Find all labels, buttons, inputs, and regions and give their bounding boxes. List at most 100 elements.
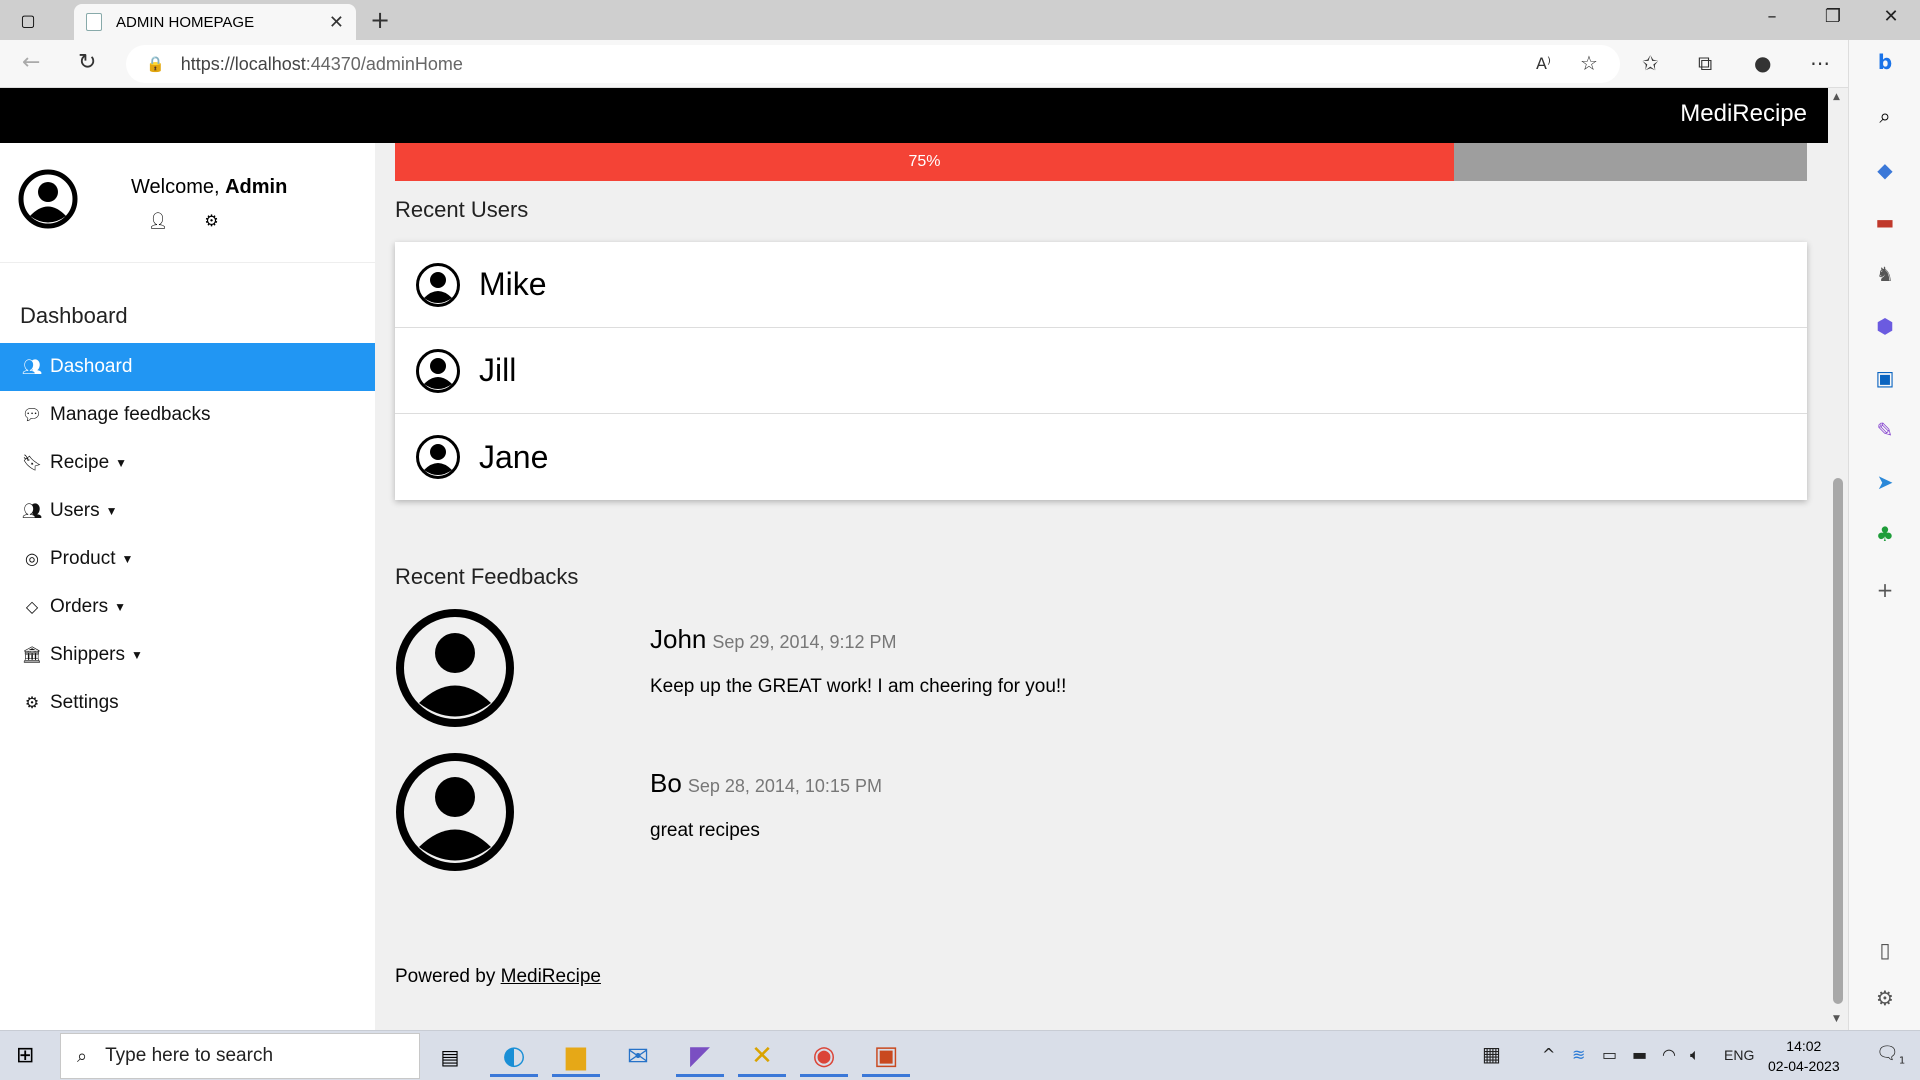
browser-tab-bar: ▢ ADMIN HOMEPAGE ✕ + – ❐ ✕ <box>0 0 1920 40</box>
caret-down-icon: ▼ <box>131 648 143 662</box>
sidebar-settings-icon[interactable]: ⚙ <box>1871 984 1899 1012</box>
tool-app-icon[interactable]: ✕ <box>738 1037 786 1077</box>
bing-icon[interactable]: b <box>1871 48 1899 76</box>
avatar-icon <box>396 753 514 871</box>
show-hidden-icons-icon[interactable]: ^ <box>1542 1045 1555 1064</box>
edge-app-icon[interactable]: ◐ <box>490 1037 538 1077</box>
shopping-tag-icon[interactable]: ◆ <box>1871 156 1899 184</box>
mail-icon[interactable]: ✉ <box>614 1037 662 1077</box>
language-indicator[interactable]: ENG <box>1724 1047 1754 1063</box>
user-name: Mike <box>479 266 547 302</box>
sidebar-item-orders[interactable]: ◇ Orders ▼ <box>0 583 375 631</box>
powerpoint-icon[interactable]: ▣ <box>862 1037 910 1077</box>
url-path: :44370/adminHome <box>305 53 463 74</box>
avatar-icon <box>396 609 514 727</box>
user-name: Jill <box>479 352 517 388</box>
designer-icon[interactable]: ✎ <box>1871 416 1899 444</box>
wifi-icon[interactable]: ◠ <box>1662 1045 1676 1064</box>
feedback-author-name: Bo <box>650 768 682 798</box>
file-explorer-icon[interactable]: ▆ <box>552 1037 600 1077</box>
sidebar-item-label: Manage feedbacks <box>50 404 211 425</box>
feedback-date: Sep 29, 2014, 9:12 PM <box>712 632 897 652</box>
recent-users-title: Recent Users <box>395 197 529 222</box>
profile-icon[interactable]: ● <box>1754 51 1771 75</box>
sidebar-item-settings[interactable]: ⚙ Settings <box>0 679 375 727</box>
feedback-message: Keep up the GREAT work! I am cheering fo… <box>650 676 1067 697</box>
battery-icon[interactable]: ▬ <box>1632 1045 1647 1064</box>
search-icon[interactable]: ⌕ <box>1871 102 1899 130</box>
tree-icon[interactable]: ♣ <box>1871 520 1899 548</box>
favorites-icon[interactable]: ✩ <box>1642 51 1659 75</box>
more-options-icon[interactable]: ⋯ <box>1810 51 1830 75</box>
sidebar-item-label: Recipe <box>50 452 110 473</box>
sidebar-item-users[interactable]: 👥︎ Users ▼ <box>0 487 375 535</box>
caret-down-icon: ▼ <box>114 600 126 614</box>
page-scrollbar[interactable]: ▲ ▼ <box>1828 88 1848 1030</box>
send-icon[interactable]: ➤ <box>1871 468 1899 496</box>
user-profile-icon[interactable]: 👤︎ <box>148 211 168 230</box>
feedback-author: John Sep 29, 2014, 9:12 PM <box>650 624 897 655</box>
scrollbar-thumb[interactable] <box>1833 478 1843 1004</box>
url-field[interactable]: 🔒 https://localhost:44370/adminHome <box>126 45 1620 83</box>
list-item[interactable]: Mike <box>395 242 1807 328</box>
scroll-down-icon[interactable]: ▼ <box>1833 1014 1840 1024</box>
diamond-icon: ◇ <box>25 599 39 616</box>
sidebar-item-dashboard[interactable]: 👥︎ Dashoard <box>0 343 375 391</box>
sidebar-item-product[interactable]: ◎ Product ▼ <box>0 535 375 583</box>
sidebar-item-manage-feedbacks[interactable]: 💬︎ Manage feedbacks <box>0 391 375 439</box>
feedback-author: Bo Sep 28, 2014, 10:15 PM <box>650 768 882 799</box>
recent-users-list: Mike Jill Jane <box>395 242 1807 500</box>
clock[interactable]: 14:02 02-04-2023 <box>1768 1036 1840 1076</box>
office-icon[interactable]: ⬢ <box>1871 312 1899 340</box>
back-icon[interactable]: ← <box>22 50 40 75</box>
user-name: Jane <box>479 438 549 475</box>
minimize-icon[interactable]: – <box>1757 6 1787 27</box>
add-favorite-icon[interactable]: ☆ <box>1580 51 1598 75</box>
task-view-icon[interactable]: ▤ <box>426 1037 474 1077</box>
tools-icon[interactable]: ▬ <box>1871 208 1899 236</box>
feedback-date: Sep 28, 2014, 10:15 PM <box>687 776 882 796</box>
refresh-icon[interactable]: ↻ <box>78 50 96 75</box>
restore-icon[interactable]: ❐ <box>1818 6 1848 27</box>
list-item[interactable]: Jane <box>395 414 1807 500</box>
windows-start-icon[interactable]: ⊞ <box>16 1043 34 1068</box>
close-window-icon[interactable]: ✕ <box>1876 6 1906 27</box>
hide-sidebar-icon[interactable]: ▯ <box>1871 936 1899 964</box>
users-icon: 👥︎ <box>21 359 43 376</box>
browser-tab[interactable]: ADMIN HOMEPAGE ✕ <box>74 4 356 40</box>
bullseye-icon: ◎ <box>25 551 39 568</box>
feedback-message: great recipes <box>650 820 760 841</box>
sidebar-item-recipe[interactable]: 🔖︎ Recipe ▼ <box>0 439 375 487</box>
device-icon[interactable]: ▭ <box>1602 1045 1617 1064</box>
list-item[interactable]: Jill <box>395 328 1807 414</box>
footer-link[interactable]: MediRecipe <box>501 966 601 987</box>
new-tab-icon[interactable]: + <box>370 6 390 34</box>
read-aloud-icon[interactable]: A⁾ <box>1536 54 1551 73</box>
user-circle-icon <box>416 262 460 307</box>
outlook-icon[interactable]: ▣ <box>1871 364 1899 392</box>
user-settings-icon[interactable]: ⚙ <box>204 211 218 230</box>
notification-icon[interactable]: 🗨︎1 <box>1876 1043 1905 1067</box>
sidebar-section-title: Dashboard <box>20 303 128 328</box>
feedback-author-name: John <box>650 624 707 654</box>
news-widget-icon[interactable]: ▦ <box>1482 1042 1501 1066</box>
scroll-up-icon[interactable]: ▲ <box>1833 92 1840 102</box>
visual-studio-icon[interactable]: ◤ <box>676 1037 724 1077</box>
recent-feedbacks-title: Recent Feedbacks <box>395 564 579 589</box>
footer-prefix: Powered by <box>395 966 496 987</box>
taskbar-search[interactable]: ⌕ Type here to search <box>60 1033 420 1079</box>
collections-icon[interactable]: ⧉ <box>1698 51 1712 75</box>
network-activity-icon[interactable]: ≋ <box>1572 1045 1585 1064</box>
tab-actions-icon[interactable]: ▢ <box>14 8 42 32</box>
sidebar-item-label: Orders <box>50 596 109 617</box>
volume-icon[interactable]: 🔈︎ <box>1690 1045 1700 1065</box>
address-bar: ← ↻ 🔒 https://localhost:44370/adminHome … <box>0 40 1920 88</box>
taskbar-search-placeholder: Type here to search <box>105 1045 274 1066</box>
games-icon[interactable]: ♞ <box>1871 260 1899 288</box>
brand-title[interactable]: MediRecipe <box>1680 100 1807 128</box>
bank-icon: 🏛︎ <box>21 647 43 664</box>
chrome-icon[interactable]: ◉ <box>800 1037 848 1077</box>
sidebar-item-shippers[interactable]: 🏛︎ Shippers ▼ <box>0 631 375 679</box>
close-tab-icon[interactable]: ✕ <box>329 12 344 33</box>
add-sidebar-icon[interactable]: + <box>1871 576 1899 604</box>
